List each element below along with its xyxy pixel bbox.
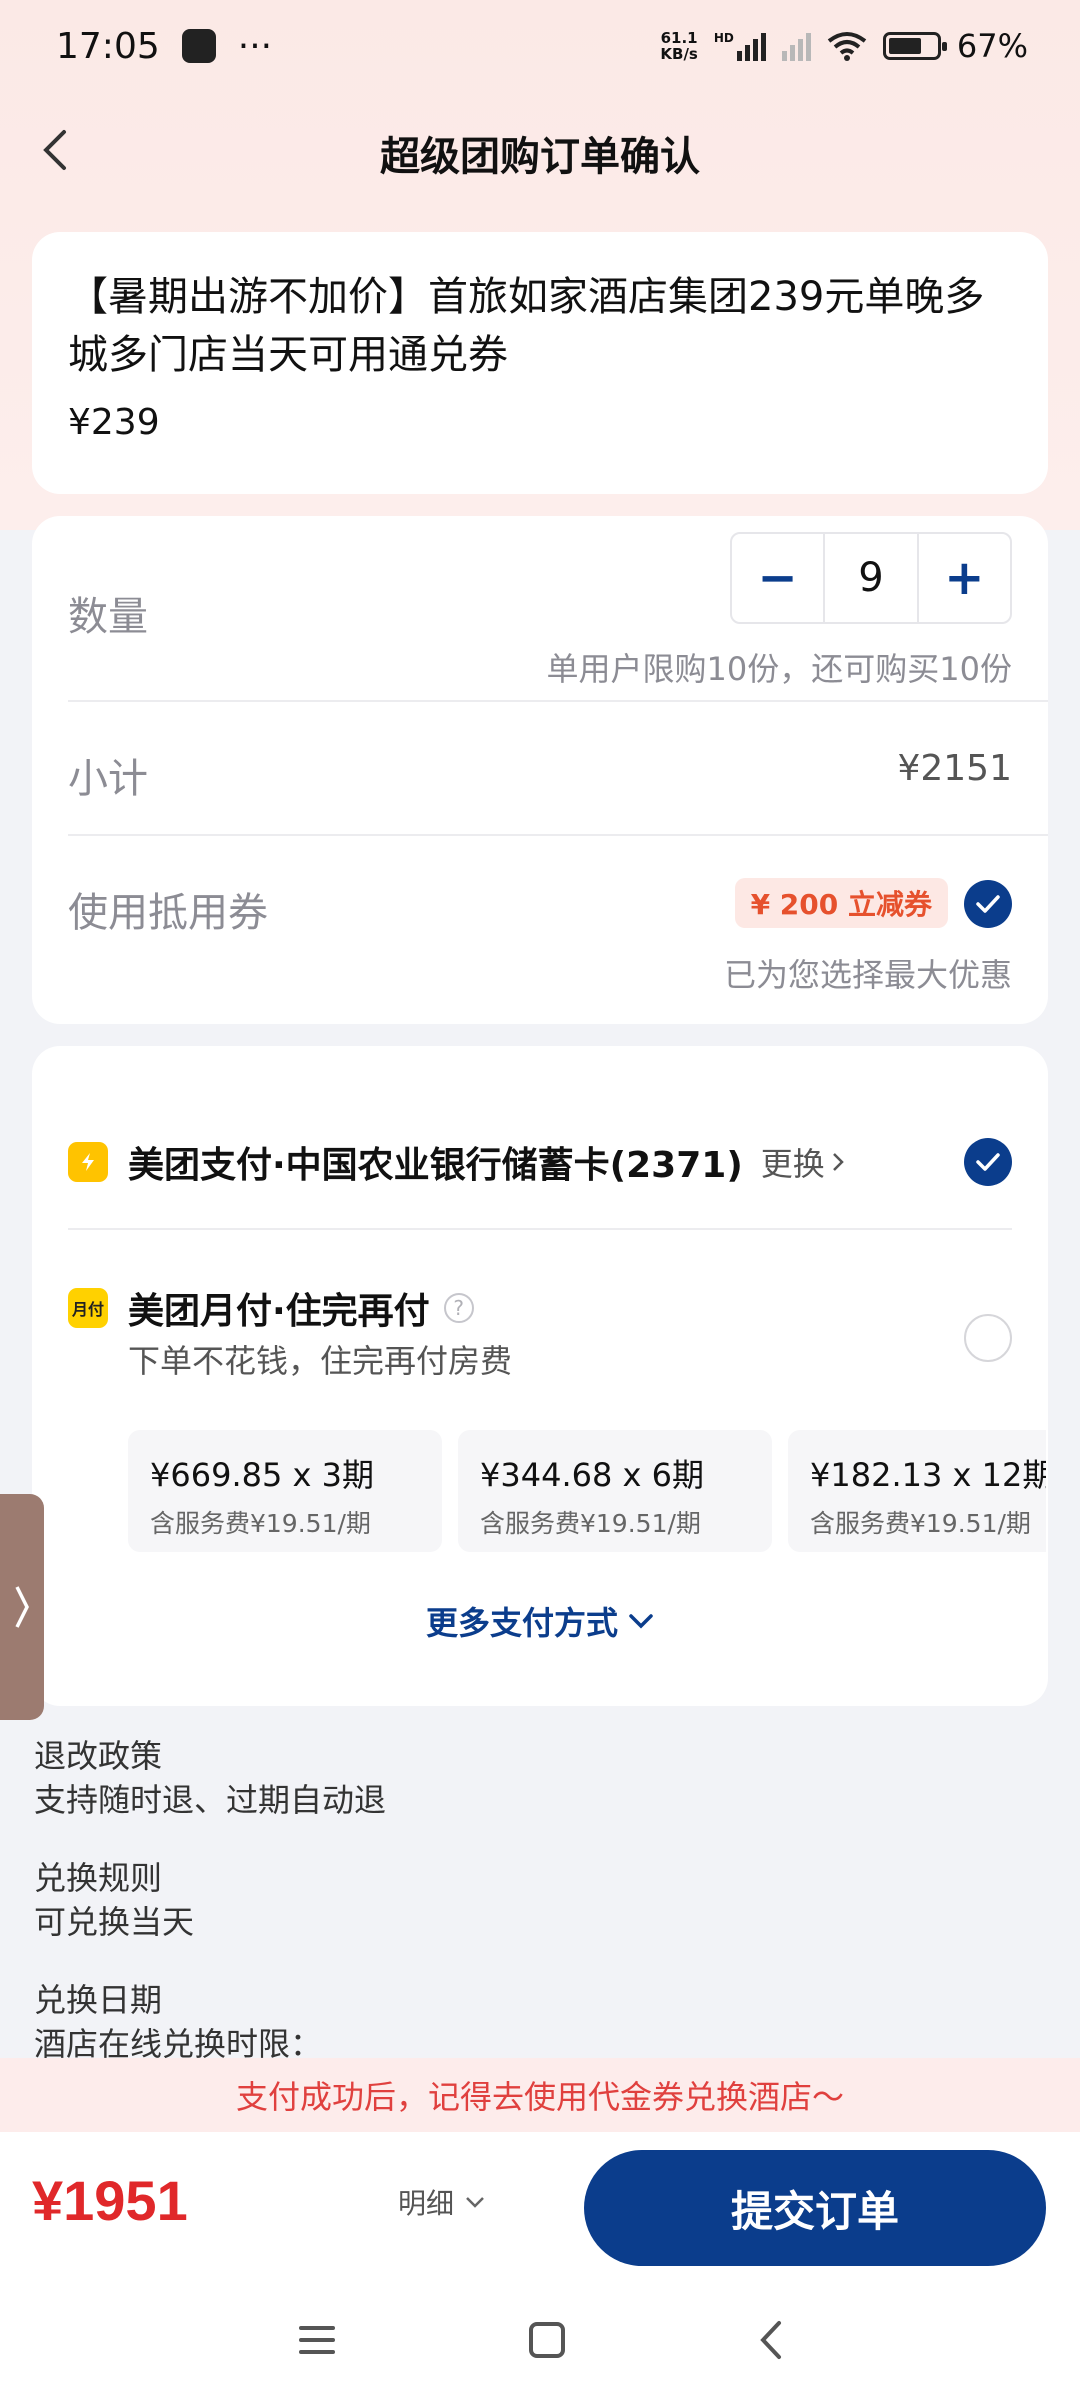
installment-amount: ¥182.13 x 12期 xyxy=(810,1456,1046,1494)
monthly-pay-description: 下单不花钱，住完再付房费 xyxy=(128,1342,513,1380)
coupon-badge[interactable]: ¥ 200 立减券 xyxy=(734,878,948,928)
chevron-down-icon xyxy=(629,1614,653,1629)
price-detail-link[interactable]: 明细 xyxy=(398,2182,486,2222)
product-title: 【暑期出游不加价】首旅如家酒店集团239元单晚多城多门店当天可用通兑券 xyxy=(68,274,985,378)
system-navigation-bar xyxy=(0,2280,1080,2400)
exchange-date-title: 兑换日期 xyxy=(34,1981,163,2019)
exchange-rule-title: 兑换规则 xyxy=(34,1859,163,1897)
quantity-decrease-button[interactable]: − xyxy=(732,534,823,622)
installment-amount: ¥344.68 x 6期 xyxy=(480,1456,704,1494)
divider xyxy=(68,834,1048,836)
installment-amount: ¥669.85 x 3期 xyxy=(150,1456,374,1494)
product-price: ¥239 xyxy=(68,402,160,443)
coupon-label: 使用抵用券 xyxy=(68,890,268,936)
monthly-pay-icon: 月付 xyxy=(68,1288,108,1328)
signal-icon: HD xyxy=(714,31,766,61)
meituan-pay-icon xyxy=(68,1142,108,1182)
installment-fee: 含服务费¥19.51/期 xyxy=(150,1509,371,1538)
signal-secondary-icon xyxy=(781,31,811,61)
more-payment-methods-label: 更多支付方式 xyxy=(425,1604,618,1642)
submit-order-button[interactable]: 提交订单 xyxy=(584,2150,1046,2266)
chevron-down-icon xyxy=(466,2197,484,2208)
change-card-label: 更换 xyxy=(760,1145,825,1183)
total-price: ¥1951 xyxy=(32,2169,188,2232)
subtotal-value: ¥2151 xyxy=(897,748,1012,789)
order-details-card: 数量 − 9 + 单用户限购10份，还可购买10份 小计 ¥2151 使用抵用券… xyxy=(32,516,1048,1024)
price-detail-label: 明细 xyxy=(398,2187,455,2220)
installment-options: ¥669.85 x 3期 含服务费¥19.51/期 ¥344.68 x 6期 含… xyxy=(128,1430,1046,1552)
subtotal-label: 小计 xyxy=(68,756,148,802)
quantity-label: 数量 xyxy=(68,594,148,640)
installment-option[interactable]: ¥344.68 x 6期 含服务费¥19.51/期 xyxy=(458,1430,772,1552)
wifi-icon xyxy=(827,32,867,61)
coupon-note: 已为您选择最大优惠 xyxy=(723,956,1012,994)
payment-option-radio-selected[interactable] xyxy=(964,1138,1012,1186)
policies-section: 退改政策 支持随时退、过期自动退 兑换规则 可兑换当天 兑换日期 酒店在线兑换时… xyxy=(34,1734,386,2100)
payment-option-radio[interactable] xyxy=(964,1314,1012,1362)
battery-percent: 67% xyxy=(956,27,1028,65)
battery-icon xyxy=(882,32,947,60)
home-icon[interactable] xyxy=(527,2320,567,2360)
hd-label: HD xyxy=(713,31,734,45)
payment-option-meituan-pay[interactable]: 美团支付·中国农业银行储蓄卡(2371) 更换 xyxy=(68,1132,1012,1192)
chevron-right-icon xyxy=(832,1153,844,1171)
status-bar: 17:05 ··· 61.1 KB/s HD 67% xyxy=(0,0,1080,92)
menu-icon[interactable] xyxy=(297,2323,337,2357)
divider xyxy=(68,1228,1012,1230)
header: 超级团购订单确认 xyxy=(0,100,1080,200)
payment-tip-banner: 支付成功后，记得去使用代金券兑换酒店～ xyxy=(0,2058,1080,2132)
side-expand-tab[interactable] xyxy=(0,1494,44,1720)
exchange-rule-text: 可兑换当天 xyxy=(34,1903,195,1941)
status-time: 17:05 xyxy=(56,25,160,67)
chevron-right-icon xyxy=(15,1586,29,1628)
network-speed: 61.1 KB/s xyxy=(660,30,697,62)
product-card: 【暑期出游不加价】首旅如家酒店集团239元单晚多城多门店当天可用通兑券 ¥239 xyxy=(32,232,1048,494)
installment-option[interactable]: ¥669.85 x 3期 含服务费¥19.51/期 xyxy=(128,1430,442,1552)
installment-option[interactable]: ¥182.13 x 12期 含服务费¥19.51/期 xyxy=(788,1430,1046,1552)
coupon-checkbox[interactable] xyxy=(964,880,1012,928)
quantity-stepper: − 9 + xyxy=(730,532,1012,624)
checkmark-icon xyxy=(976,1153,1000,1171)
bottom-action-bar: ¥1951 明细 提交订单 xyxy=(0,2132,1080,2280)
more-payment-methods-link[interactable]: 更多支付方式 xyxy=(32,1598,1048,1644)
refund-policy-text: 支持随时退、过期自动退 xyxy=(34,1781,387,1819)
payment-option-name: 美团支付·中国农业银行储蓄卡(2371) xyxy=(128,1145,743,1186)
network-speed-value: 61.1 xyxy=(660,29,698,47)
app-notification-icon xyxy=(181,29,216,63)
purchase-limit-note: 单用户限购10份，还可购买10份 xyxy=(546,650,1012,688)
installment-fee: 含服务费¥19.51/期 xyxy=(810,1509,1031,1538)
checkmark-icon xyxy=(976,895,1000,913)
help-icon[interactable]: ? xyxy=(443,1293,474,1323)
payment-option-monthly-pay[interactable]: 月付 美团月付·住完再付 ? xyxy=(68,1278,1012,1362)
installment-fee: 含服务费¥19.51/期 xyxy=(480,1509,701,1538)
page-title: 超级团购订单确认 xyxy=(380,134,700,180)
change-card-link[interactable]: 更换 xyxy=(761,1139,845,1185)
network-speed-unit: KB/s xyxy=(660,45,698,63)
refund-policy-title: 退改政策 xyxy=(34,1737,163,1775)
status-more-dots: ··· xyxy=(237,25,273,67)
payment-option-name: 美团月付·住完再付 xyxy=(128,1291,430,1332)
divider xyxy=(68,700,1048,702)
payment-card: 美团支付·中国农业银行储蓄卡(2371) 更换 月付 美团月付·住完再付 ? 下… xyxy=(32,1046,1048,1706)
quantity-value[interactable]: 9 xyxy=(823,534,919,622)
quantity-increase-button[interactable]: + xyxy=(919,534,1010,622)
back-nav-icon[interactable] xyxy=(757,2319,783,2361)
